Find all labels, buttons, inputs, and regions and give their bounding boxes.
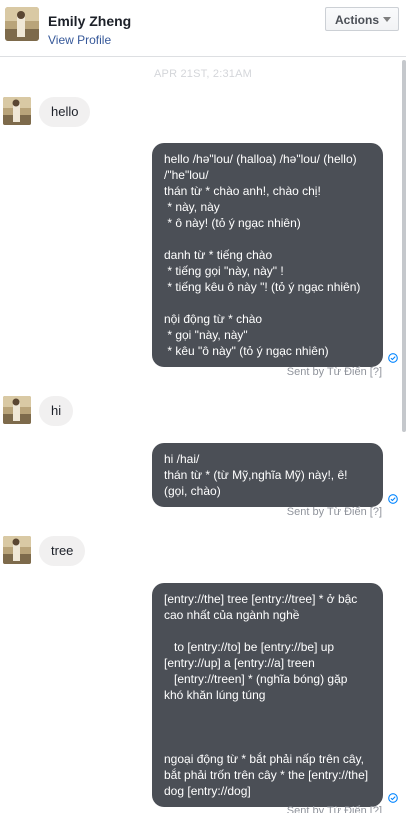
message-line: * kêu "ô này" (tỏ ý ngạc nhiên) [164, 344, 329, 358]
chevron-down-icon [383, 17, 391, 22]
conversation-header: Emily Zheng View Profile Actions [0, 0, 406, 57]
message-line: * tiếng kêu ô này "! (tỏ ý ngạc nhiên) [164, 280, 361, 294]
check-circle-icon [388, 353, 398, 363]
sent-by-app-link[interactable]: Từ Điển [327, 506, 367, 518]
message-line: * gọi "này, này" [164, 328, 248, 342]
actions-button[interactable]: Actions [325, 7, 399, 31]
check-circle-icon [388, 494, 398, 504]
message-line: ngoại động từ * bắt phải nấp trên cây, [164, 752, 364, 766]
message-line: cao nhất của ngành nghề [164, 608, 300, 622]
incoming-message: tree [39, 536, 86, 566]
message-line: dog [entry://dog] [164, 784, 251, 798]
sent-by-attribution: Sent by Từ Điển [?] [240, 366, 382, 378]
message-line: [entry://up] a [entry://a] treen [164, 656, 315, 670]
view-profile-link[interactable]: View Profile [48, 33, 111, 47]
message-line: hi /hai/ [164, 452, 200, 466]
help-link[interactable]: [?] [370, 366, 382, 378]
message-line [164, 231, 372, 247]
message-line: * tiếng gọi "này, này" ! [164, 264, 284, 278]
incoming-message: hello [39, 97, 91, 127]
message-line: /"he"lou/ [164, 168, 209, 182]
message-line: danh từ * tiếng chào [164, 248, 273, 262]
help-link[interactable]: [?] [370, 506, 382, 518]
message-line [164, 295, 372, 311]
message-timestamp: APR 21ST, 2:31AM [154, 68, 252, 80]
sent-by-prefix: Sent by [286, 366, 325, 378]
check-circle-icon [388, 793, 398, 803]
sent-by-prefix: Sent by [286, 805, 325, 813]
avatar[interactable] [3, 396, 31, 424]
message-line: thán từ * (từ Mỹ,nghĩa Mỹ) này!, ê! [164, 468, 348, 482]
avatar[interactable] [5, 7, 39, 41]
avatar[interactable] [3, 97, 31, 125]
chat-window: Emily Zheng View Profile Actions APR 21S… [0, 0, 406, 813]
contact-name[interactable]: Emily Zheng [48, 13, 131, 29]
message-line: hello /hə"lou/ (halloa) /hə"lou/ (hello) [164, 152, 357, 166]
sent-by-attribution: Sent by Từ Điển [?] [240, 805, 382, 813]
message-line [164, 735, 372, 751]
avatar[interactable] [3, 536, 31, 564]
message-line: * này, này [164, 200, 220, 214]
sent-by-attribution: Sent by Từ Điển [?] [240, 506, 382, 518]
message-line: bắt phải trốn trên cây * the [entry://th… [164, 768, 369, 782]
message-line [164, 719, 372, 735]
outgoing-message: [entry://the] tree [entry://tree] * ở bậ… [152, 583, 383, 807]
sent-by-app-link[interactable]: Từ Điển [327, 805, 367, 813]
message-line: (gọi, chào) [164, 484, 221, 498]
message-line: [entry://treen] * (nghĩa bóng) gặp [164, 672, 348, 686]
outgoing-message: hello /hə"lou/ (halloa) /hə"lou/ (hello)… [152, 143, 383, 367]
message-line [164, 623, 372, 639]
sent-by-prefix: Sent by [286, 506, 325, 518]
message-line [164, 703, 372, 719]
message-line: to [entry://to] be [entry://be] up [164, 640, 335, 654]
message-line: * ô này! (tỏ ý ngạc nhiên) [164, 216, 301, 230]
message-line: thán từ * chào anh!, chào chị! [164, 184, 321, 198]
help-link[interactable]: [?] [370, 805, 382, 813]
incoming-message: hi [39, 396, 74, 426]
message-line: khó khăn lúng túng [164, 688, 266, 702]
message-line: [entry://the] tree [entry://tree] * ở bậ… [164, 592, 358, 606]
sent-by-app-link[interactable]: Từ Điển [327, 366, 367, 378]
actions-button-label: Actions [335, 13, 380, 27]
outgoing-message: hi /hai/ thán từ * (từ Mỹ,nghĩa Mỹ) này!… [152, 443, 383, 507]
message-line: nội động từ * chào [164, 312, 263, 326]
scrollbar-thumb[interactable] [402, 60, 406, 432]
